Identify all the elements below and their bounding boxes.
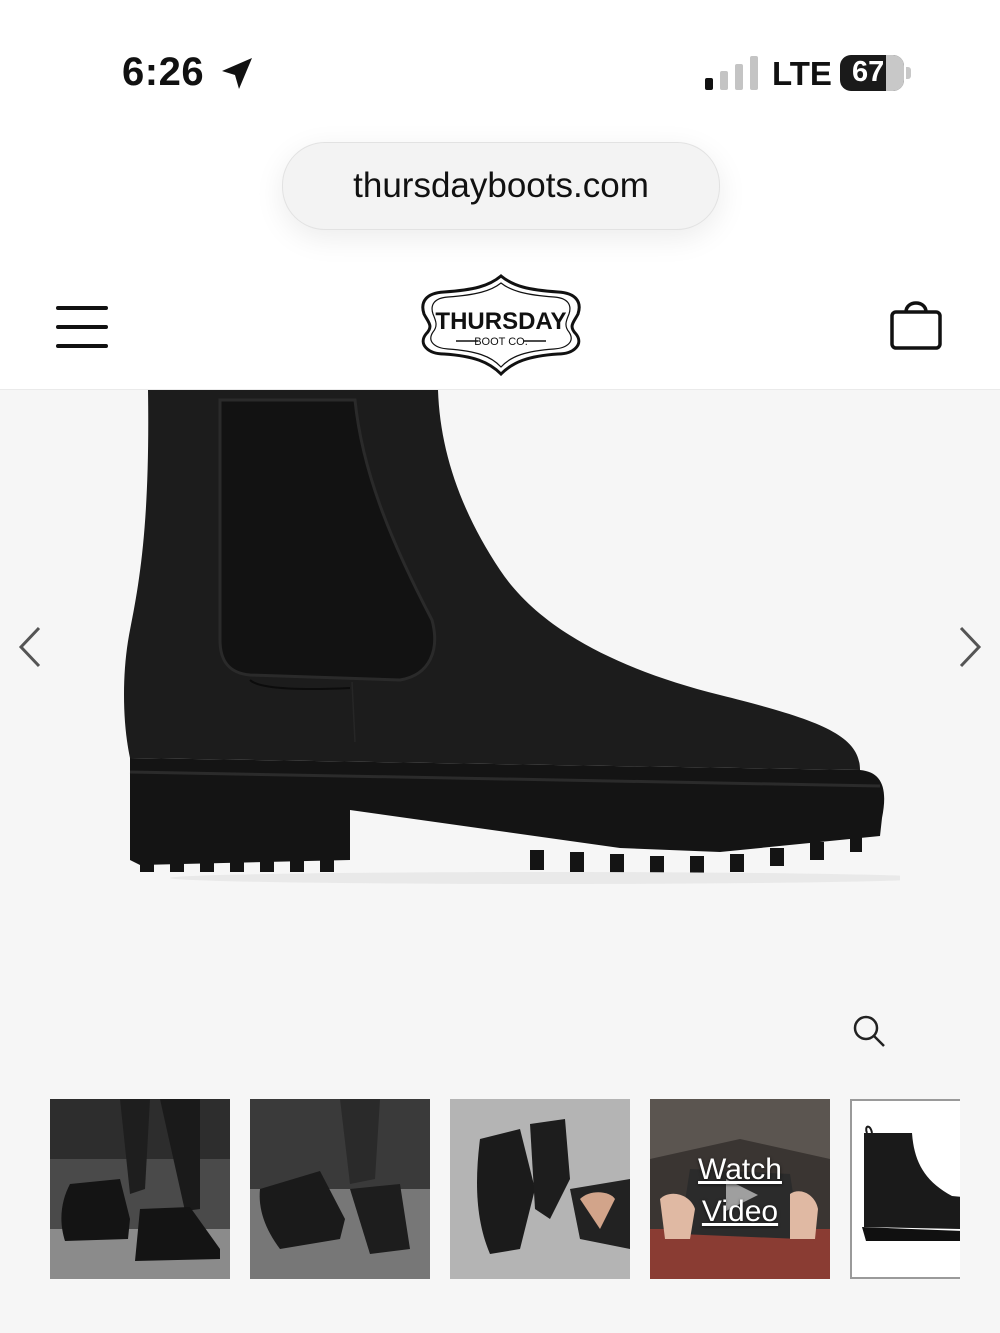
thumbnail-2[interactable] [250, 1099, 430, 1279]
battery-tip [906, 67, 911, 79]
status-bar: 6:26 LTE 67 [0, 0, 1000, 140]
thursday-logo[interactable]: THURSDAY BOOT CO. [418, 274, 584, 376]
location-arrow-icon [222, 58, 252, 89]
product-gallery: Watch Video [0, 390, 1000, 1333]
chevron-right-icon[interactable] [955, 622, 985, 672]
thumbnail-watch-video[interactable]: Watch Video [650, 1099, 830, 1279]
logo-text-top: THURSDAY [435, 308, 566, 335]
zoom-icon[interactable] [850, 1012, 888, 1050]
logo-text-bottom: BOOT CO. [474, 336, 528, 348]
battery-icon: 67 [840, 55, 904, 91]
product-image[interactable] [100, 390, 900, 890]
thumbnail-strip: Watch Video [50, 1099, 960, 1281]
hamburger-menu-icon[interactable] [56, 306, 108, 348]
network-type: LTE [772, 55, 832, 92]
thumbnail-1[interactable] [50, 1099, 230, 1279]
site-header: THURSDAY BOOT CO. [0, 262, 1000, 390]
signal-bars-icon [705, 56, 758, 90]
address-bar[interactable]: thursdayboots.com [282, 142, 720, 230]
thumbnail-5-selected[interactable] [850, 1099, 960, 1279]
watch-video-label[interactable]: Watch Video [650, 1149, 830, 1233]
url-text: thursdayboots.com [353, 166, 649, 205]
thumbnail-3[interactable] [450, 1099, 630, 1279]
battery-level: 67 [852, 56, 885, 88]
chevron-left-icon[interactable] [15, 622, 45, 672]
shopping-bag-icon[interactable] [888, 296, 944, 352]
status-time: 6:26 [122, 50, 205, 94]
